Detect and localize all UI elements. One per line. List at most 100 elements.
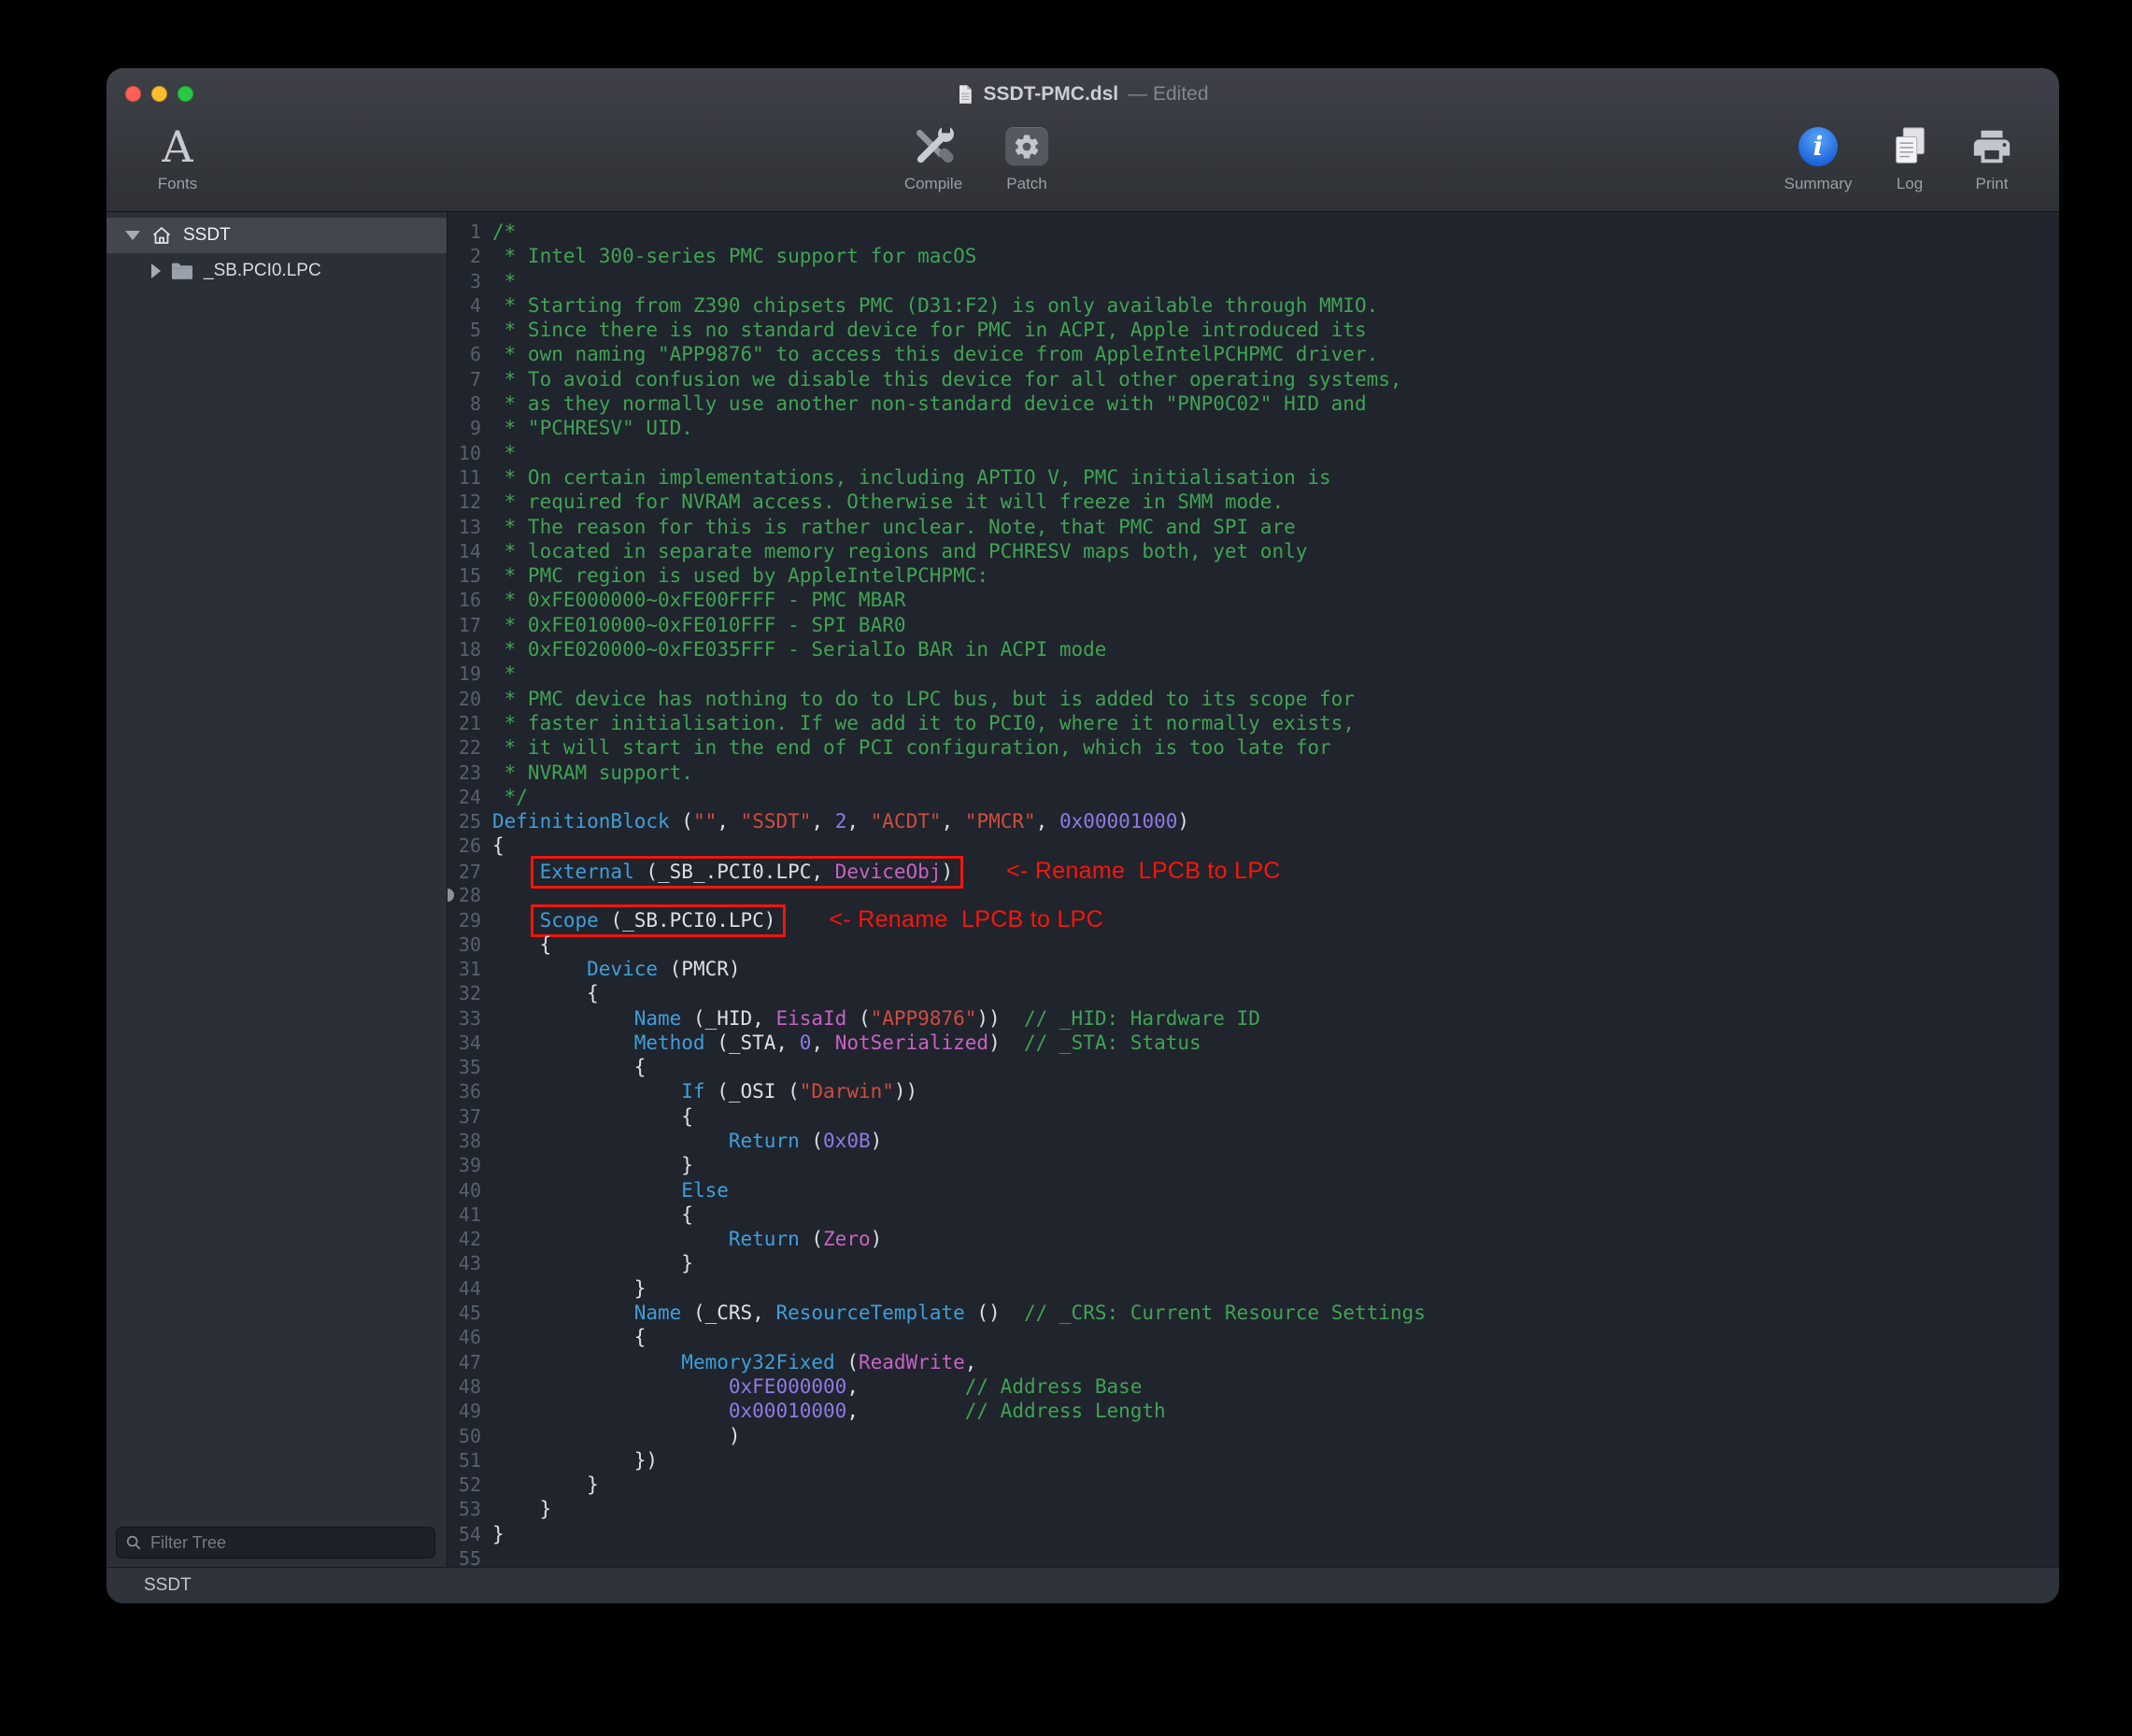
line-number: 15 [448, 563, 481, 588]
code-line: 9 * "PCHRESV" UID. [448, 416, 2059, 440]
fonts-letter-icon: A [162, 125, 192, 168]
minimize-button[interactable] [151, 86, 167, 102]
line-number: 12 [448, 490, 481, 514]
line-number: 11 [448, 465, 481, 490]
line-number: 20 [448, 687, 481, 711]
line-number: 6 [448, 342, 481, 366]
code-line: 51 }) [448, 1448, 2059, 1473]
disclosure-closed-icon[interactable] [151, 263, 161, 278]
line-number: 41 [448, 1202, 481, 1227]
code-line: 35 { [448, 1055, 2059, 1079]
line-number: 49 [448, 1399, 481, 1423]
titlebar[interactable]: SSDT-PMC.dsl — Edited [107, 68, 2059, 120]
code-line: 22 * it will start in the end of PCI con… [448, 735, 2059, 760]
line-number: 21 [448, 711, 481, 735]
code-line: 39 } [448, 1153, 2059, 1177]
sidebar-item-label: _SB.PCI0.LPC [204, 261, 321, 281]
line-number: 23 [448, 761, 481, 785]
sidebar-item-label: SSDT [183, 225, 231, 246]
code-line: 3 * [448, 269, 2059, 293]
line-number: 16 [448, 588, 481, 612]
line-number: 31 [448, 957, 481, 981]
line-number: 26 [448, 833, 481, 858]
code-line: 12 * required for NVRAM access. Otherwis… [448, 490, 2059, 514]
code-line: 54} [448, 1522, 2059, 1546]
line-number: 25 [448, 809, 481, 833]
code-editor[interactable]: 1/*2 * Intel 300-series PMC support for … [448, 212, 2059, 1567]
status-path: SSDT [144, 1575, 192, 1596]
line-number: 34 [448, 1031, 481, 1055]
wrench-screwdriver-icon [908, 121, 959, 172]
printer-icon [1970, 125, 2013, 168]
code-line: 18 * 0xFE020000~0xFE035FFF - SerialIo BA… [448, 637, 2059, 662]
line-number: 19 [448, 662, 481, 686]
gear-icon [1013, 133, 1041, 161]
line-number: 17 [448, 613, 481, 637]
filter-tree-field [116, 1527, 435, 1558]
line-number: 36 [448, 1079, 481, 1103]
print-button[interactable]: Print [1954, 120, 2029, 193]
line-number: 39 [448, 1153, 481, 1177]
code-line: 37 { [448, 1104, 2059, 1129]
window-chrome: SSDT-PMC.dsl — Edited A Fonts [107, 68, 2059, 212]
line-number: 32 [448, 981, 481, 1005]
sidebar-item-sb-pci0-lpc[interactable]: _SB.PCI0.LPC [107, 253, 447, 289]
house-icon [149, 224, 174, 247]
line-number: 35 [448, 1055, 481, 1079]
sidebar: SSDT _SB.PCI0.LPC [107, 212, 448, 1567]
code-line: 24 */ [448, 785, 2059, 809]
line-number: 4 [448, 293, 481, 318]
code-line: 25DefinitionBlock ("", "SSDT", 2, "ACDT"… [448, 809, 2059, 833]
rename-highlight-box: Scope (_SB.PCI0.LPC) [531, 904, 787, 937]
code-line: 34 Method (_STA, 0, NotSerialized) // _S… [448, 1031, 2059, 1055]
document-proxy-icon[interactable] [957, 84, 974, 105]
filter-tree-input[interactable] [116, 1527, 435, 1558]
compile-button[interactable]: Compile [887, 120, 980, 193]
code-line: 41 { [448, 1202, 2059, 1227]
line-number: 18 [448, 637, 481, 662]
close-button[interactable] [125, 86, 141, 102]
main-content: SSDT _SB.PCI0.LPC [107, 212, 2059, 1567]
code-line: 48 0xFE000000, // Address Base [448, 1374, 2059, 1399]
line-number: 27 [448, 860, 481, 884]
traffic-lights [125, 68, 193, 120]
disclosure-open-icon[interactable] [125, 231, 140, 240]
line-number: 37 [448, 1104, 481, 1129]
code-line: 50 ) [448, 1424, 2059, 1448]
line-number: 8 [448, 391, 481, 416]
line-number: 51 [448, 1448, 481, 1473]
code-line: 49 0x00010000, // Address Length [448, 1399, 2059, 1423]
app-window: SSDT-PMC.dsl — Edited A Fonts [107, 68, 2059, 1603]
patch-button[interactable]: Patch [980, 120, 1073, 193]
line-number: 38 [448, 1129, 481, 1153]
log-button[interactable]: Log [1872, 120, 1947, 193]
line-number: 42 [448, 1227, 481, 1251]
fonts-button[interactable]: A Fonts [133, 120, 222, 193]
line-number: 29 [448, 908, 481, 932]
code-line: 38 Return (0x0B) [448, 1129, 2059, 1153]
code-line: 17 * 0xFE010000~0xFE010FFF - SPI BAR0 [448, 613, 2059, 637]
code-line: 1/* [448, 220, 2059, 244]
zoom-button[interactable] [178, 86, 193, 102]
code-line: 36 If (_OSI ("Darwin")) [448, 1079, 2059, 1103]
sidebar-item-ssdt[interactable]: SSDT [107, 218, 447, 253]
code-line: 15 * PMC region is used by AppleIntelPCH… [448, 563, 2059, 588]
status-bar: SSDT [107, 1567, 2059, 1603]
line-number: 22 [448, 735, 481, 760]
summary-button[interactable]: i Summary [1771, 120, 1865, 193]
compile-label: Compile [904, 175, 962, 193]
rename-annotation: <- Rename LPCB to LPC [829, 906, 1103, 932]
info-icon: i [1798, 127, 1838, 166]
line-number: 3 [448, 269, 481, 293]
code-content: 1/*2 * Intel 300-series PMC support for … [448, 220, 2059, 1567]
line-number: 44 [448, 1276, 481, 1301]
line-number: 40 [448, 1178, 481, 1202]
rename-annotation: <- Rename LPCB to LPC [1006, 858, 1281, 884]
line-number: 53 [448, 1497, 481, 1521]
folder-icon [170, 260, 194, 282]
line-number: 10 [448, 441, 481, 465]
log-label: Log [1897, 175, 1923, 193]
line-number: 13 [448, 515, 481, 539]
toolbar: A Fonts [107, 120, 2059, 210]
code-line: 10 * [448, 441, 2059, 465]
